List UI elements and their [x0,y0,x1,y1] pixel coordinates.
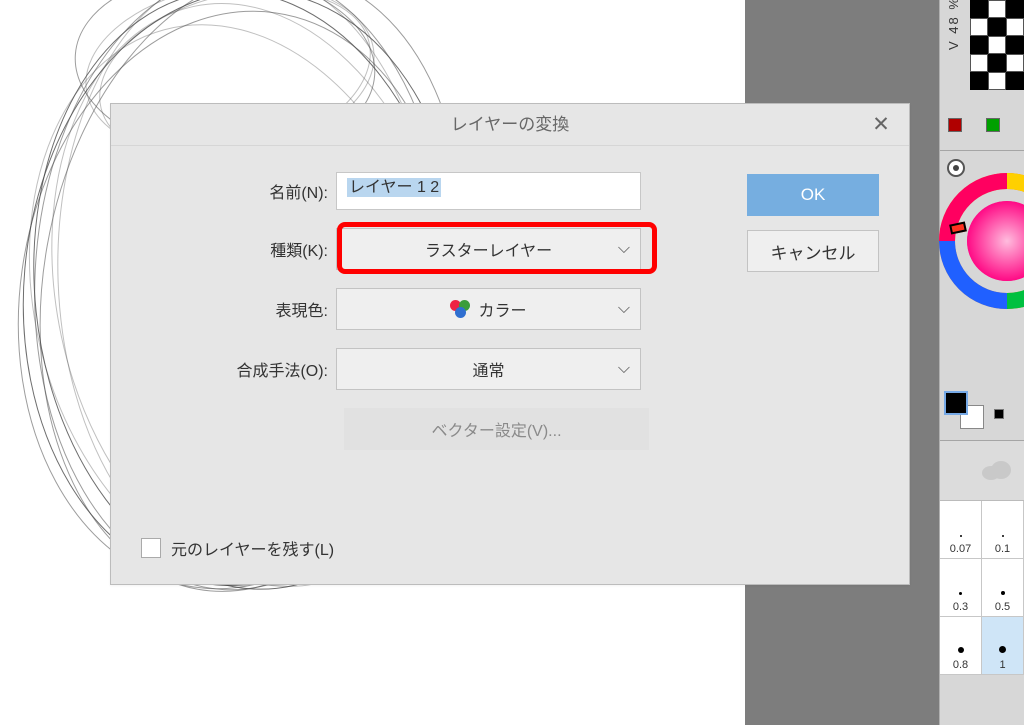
brush-size-label: 1 [999,659,1005,671]
brush-size-cell[interactable]: 0.07 [940,501,982,559]
side-panels: V 48 % [939,0,1024,725]
vector-settings-button: ベクター設定(V)... [344,408,649,450]
brush-size-cell[interactable]: 0.5 [982,559,1024,617]
keep-original-label: 元のレイヤーを残す(L) [171,536,334,560]
express-color-dropdown[interactable]: カラー ⌵ [336,288,641,330]
brush-dot-icon [1001,591,1005,595]
brush-size-cell[interactable]: 0.8 [940,617,982,675]
keep-original-row[interactable]: 元のレイヤーを残す(L) [141,536,334,560]
rgb-icon [450,300,472,318]
convert-layer-dialog: レイヤーの変換 ✕ 名前(N): レイヤー 1 2 種類(K): ラスターレイヤ… [110,103,910,585]
color-panel [940,150,1024,440]
brush-size-cell[interactable]: 0.1 [982,501,1024,559]
swatch-red[interactable] [948,118,962,132]
brush-dot-icon [958,647,964,653]
dialog-titlebar: レイヤーの変換 ✕ [111,104,909,146]
fg-bg-swatch[interactable] [944,391,994,431]
close-button[interactable]: ✕ [867,104,895,146]
blend-dropdown[interactable]: 通常 ⌵ [336,348,641,390]
brush-dot-icon [960,535,962,537]
fg-color[interactable] [944,391,968,415]
name-label: 名前(N): [141,179,336,203]
cloud-icon [979,459,1013,481]
ok-button[interactable]: OK [747,174,879,216]
brush-size-label: 0.8 [953,659,968,671]
express-color-label: 表現色: [141,297,336,321]
brush-size-label: 0.5 [995,601,1010,613]
swatch-green[interactable] [986,118,1000,132]
blend-label: 合成手法(O): [141,357,336,381]
color-wheel[interactable] [937,171,1024,311]
brush-size-cell[interactable]: 1 [982,617,1024,675]
value-panel: V 48 % [940,0,1024,150]
brush-size-label: 0.3 [953,601,968,613]
name-input-value: レイヤー 1 2 [347,178,441,197]
chevron-down-icon: ⌵ [618,360,630,378]
name-input[interactable]: レイヤー 1 2 [336,172,641,210]
brush-dot-icon [1002,535,1004,537]
brush-dot-icon [999,646,1006,653]
brush-dot-icon [959,592,962,595]
brush-size-cell[interactable]: 0.3 [940,559,982,617]
brush-panel-header [940,441,1024,501]
cancel-button[interactable]: キャンセル [747,230,879,272]
kind-dropdown[interactable]: ラスターレイヤー ⌵ [336,228,641,270]
dialog-title: レイヤーの変換 [451,115,570,134]
value-percent-label: V 48 % [946,0,961,50]
chevron-down-icon: ⌵ [618,300,630,318]
kind-value: ラスターレイヤー [425,237,552,261]
express-color-value: カラー [478,297,526,321]
chevron-down-icon: ⌵ [618,240,630,258]
checkerboard[interactable] [970,0,1024,90]
brush-size-panel: 0.07 0.1 0.3 0.5 0.8 1 [940,440,1024,675]
history-swatch[interactable] [994,409,1004,419]
close-icon: ✕ [872,104,890,146]
brush-size-label: 0.1 [995,543,1010,555]
kind-label: 種類(K): [141,237,336,261]
brush-size-label: 0.07 [950,543,971,555]
blend-value: 通常 [472,357,504,381]
keep-original-checkbox[interactable] [141,538,161,558]
